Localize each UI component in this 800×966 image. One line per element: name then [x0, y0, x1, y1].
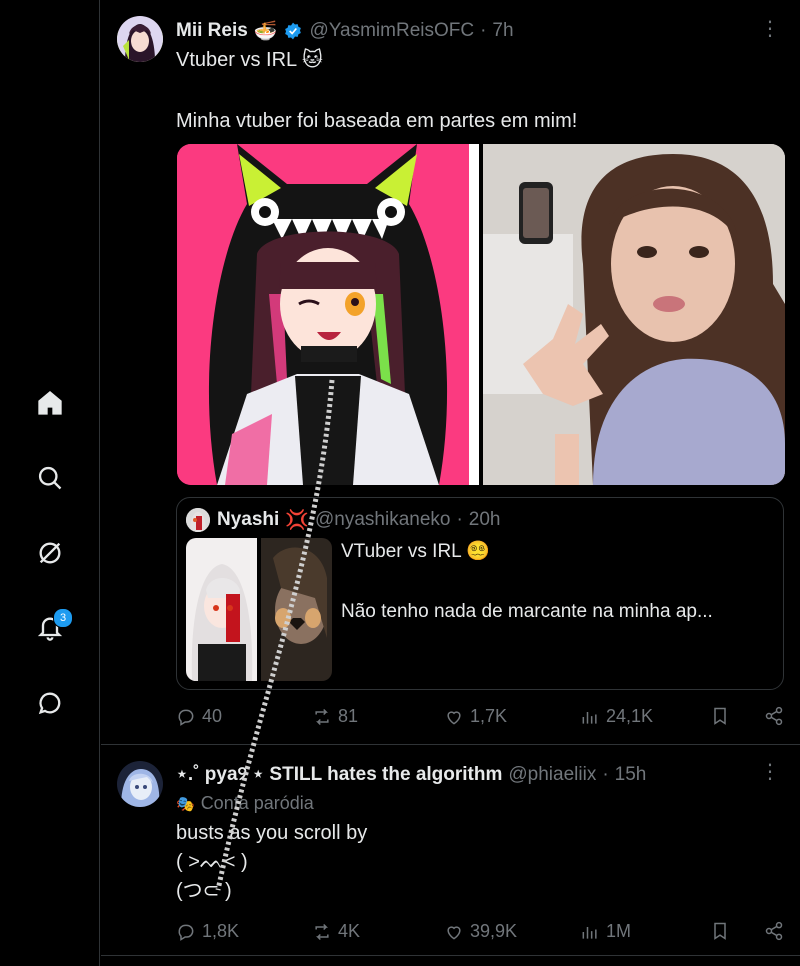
reply-count: 40	[202, 706, 223, 726]
quoted-text-line: Não tenho nada de marcante na minha ap..…	[341, 601, 713, 622]
analytics-icon	[582, 711, 597, 724]
handle[interactable]: @YasmimReisOFC	[309, 20, 474, 42]
display-name[interactable]: Mii Reis	[176, 20, 248, 42]
timestamp[interactable]: 15h	[615, 764, 647, 786]
heart-icon	[447, 925, 461, 940]
analytics-icon	[582, 926, 597, 939]
avatar[interactable]	[117, 761, 163, 807]
repost-button[interactable]: 81	[312, 706, 358, 727]
repost-count: 81	[338, 706, 359, 726]
post-text-line: busts as you scroll by	[176, 822, 368, 844]
post-pya[interactable]: ⋆.˚ pya୨ ⋆ STILL hates the algorithm @ph…	[101, 745, 800, 955]
quoted-display-name: Nyashi	[217, 509, 280, 530]
reply-button[interactable]: 1,8K	[176, 921, 239, 942]
chat-bubble-icon	[38, 692, 61, 715]
nav-explore[interactable]	[28, 456, 72, 500]
more-options-icon[interactable]: ⋮	[760, 19, 780, 44]
dot-separator: ·	[456, 509, 463, 530]
reply-icon	[178, 709, 194, 726]
quoted-timestamp: 20h	[468, 509, 501, 530]
dot-separator: ·	[480, 20, 487, 41]
parody-label-text: Conta paródia	[200, 793, 314, 813]
share-button[interactable]	[764, 921, 784, 941]
notifications-badge: 3	[53, 608, 73, 628]
quoted-image-irl	[261, 538, 332, 681]
bookmark-icon	[714, 922, 726, 940]
views-button[interactable]: 24,1K	[580, 706, 653, 727]
timeline: Mii Reis 🍜 @YasmimReisOFC · 7h ⋮ Vtuber …	[101, 0, 800, 966]
share-icon	[765, 921, 783, 941]
quoted-post[interactable]: Nyashi 💢 @nyashikaneko · 20h VTuber vs I…	[176, 497, 784, 690]
reply-icon	[178, 924, 194, 941]
quoted-handle: @nyashikaneko	[314, 509, 451, 530]
post-actions: 40 81 1,7K 24,1K	[176, 706, 788, 730]
quoted-avatar	[186, 508, 210, 532]
share-icon	[765, 706, 783, 726]
display-name[interactable]: ⋆.˚ pya୨ ⋆ STILL hates the algorithm	[176, 763, 502, 786]
like-count: 1,7K	[470, 706, 508, 726]
quoted-image-vtuber	[186, 538, 257, 681]
search-icon	[38, 466, 62, 490]
quoted-header: Nyashi 💢 @nyashikaneko · 20h	[217, 508, 501, 532]
timestamp[interactable]: 7h	[492, 20, 513, 42]
bookmark-button[interactable]	[710, 706, 730, 726]
post-divider	[101, 955, 800, 956]
name-emoji: 🍜	[253, 21, 278, 42]
handle[interactable]: @phiaeliix	[508, 764, 596, 786]
more-options-icon[interactable]: ⋮	[760, 762, 780, 787]
home-icon	[38, 390, 62, 415]
post-header: ⋆.˚ pya୨ ⋆ STILL hates the algorithm @ph…	[176, 763, 646, 786]
nav-messages[interactable]	[28, 681, 72, 725]
view-count: 1M	[606, 921, 632, 941]
quoted-name-emoji: 💢	[285, 510, 309, 531]
verified-badge-icon	[285, 22, 302, 40]
reply-button[interactable]: 40	[176, 706, 222, 727]
nav-grok[interactable]	[28, 531, 72, 575]
quoted-text-line: VTuber vs IRL 😵‍💫	[341, 541, 490, 562]
bookmark-button[interactable]	[710, 921, 730, 941]
post-image-irl-photo[interactable]	[483, 144, 785, 485]
share-button[interactable]	[764, 706, 784, 726]
parody-mask-icon: 🎭	[176, 795, 195, 813]
repost-count: 4K	[338, 921, 361, 941]
reply-count: 1,8K	[202, 921, 240, 941]
dot-separator: ·	[602, 763, 609, 785]
like-button[interactable]: 1,7K	[444, 706, 507, 727]
grok-icon	[39, 542, 61, 564]
bookmark-icon	[714, 707, 726, 725]
sidebar: 3	[0, 0, 100, 966]
parody-label: 🎭 Conta paródia	[176, 793, 314, 814]
avatar[interactable]	[117, 16, 163, 62]
nav-home[interactable]	[28, 381, 72, 425]
repost-icon	[315, 708, 329, 725]
repost-icon	[315, 923, 329, 940]
like-button[interactable]: 39,9K	[444, 921, 517, 942]
post-actions: 1,8K 4K 39,9K 1M	[176, 921, 788, 945]
repost-button[interactable]: 4K	[312, 921, 360, 942]
heart-icon	[447, 710, 461, 725]
post-text-line: (つ⊂ )	[176, 880, 232, 902]
view-count: 24,1K	[606, 706, 654, 726]
post-text-line: Minha vtuber foi baseada em partes em mi…	[176, 110, 578, 132]
post-text-line: ( >ᨓ< )	[176, 851, 248, 873]
post-header: Mii Reis 🍜 @YasmimReisOFC · 7h	[176, 19, 514, 43]
like-count: 39,9K	[470, 921, 518, 941]
post-image-vtuber[interactable]	[177, 144, 479, 485]
post-text-line: Vtuber vs IRL 🐱	[176, 49, 323, 71]
post-mii-reis[interactable]: Mii Reis 🍜 @YasmimReisOFC · 7h ⋮ Vtuber …	[101, 0, 800, 744]
views-button[interactable]: 1M	[580, 921, 631, 942]
nav-notifications[interactable]: 3	[28, 606, 73, 650]
